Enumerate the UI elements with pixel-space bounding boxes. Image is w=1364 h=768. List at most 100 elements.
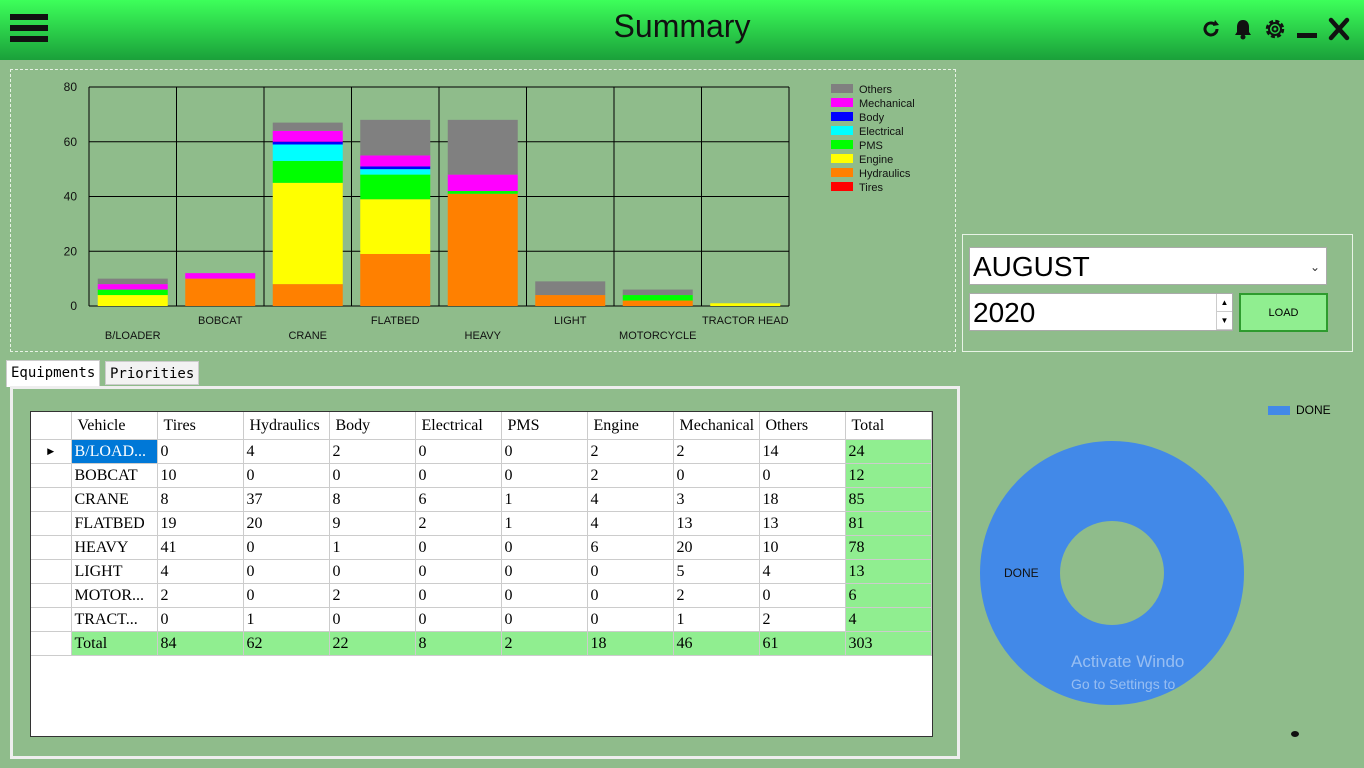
table-cell[interactable]: 1 bbox=[501, 487, 588, 512]
table-cell[interactable]: 2 bbox=[501, 631, 588, 656]
column-header-body[interactable]: Body bbox=[329, 412, 416, 440]
table-cell[interactable]: HEAVY bbox=[71, 535, 158, 560]
table-cell[interactable]: 18 bbox=[587, 631, 674, 656]
table-cell[interactable]: 0 bbox=[587, 583, 674, 608]
year-stepper[interactable]: 2020 ▲ ▼ bbox=[969, 293, 1233, 331]
table-cell[interactable]: 1 bbox=[673, 607, 760, 632]
column-header-mechanical[interactable]: Mechanical bbox=[673, 412, 760, 440]
table-cell[interactable]: MOTOR... bbox=[71, 583, 158, 608]
table-cell[interactable]: 13 bbox=[673, 511, 760, 536]
row-header[interactable]: ▶ bbox=[31, 439, 72, 464]
column-header-vehicle[interactable]: Vehicle bbox=[71, 412, 158, 440]
table-row[interactable]: ▶ B/LOAD... 0 4 2 0 0 2 2 14 24 bbox=[31, 439, 932, 464]
table-cell[interactable]: 0 bbox=[415, 583, 502, 608]
table-cell[interactable]: 0 bbox=[587, 607, 674, 632]
table-cell[interactable]: 0 bbox=[415, 439, 502, 464]
table-cell[interactable]: B/LOAD... bbox=[71, 439, 158, 464]
table-cell[interactable]: 3 bbox=[673, 487, 760, 512]
row-header[interactable] bbox=[31, 583, 72, 608]
table-cell[interactable]: 6 bbox=[415, 487, 502, 512]
table-cell[interactable]: CRANE bbox=[71, 487, 158, 512]
close-icon[interactable] bbox=[1326, 14, 1352, 44]
spin-down-icon[interactable]: ▼ bbox=[1217, 312, 1232, 330]
table-cell[interactable]: 4 bbox=[587, 511, 674, 536]
row-header[interactable] bbox=[31, 487, 72, 512]
table-cell[interactable]: 2 bbox=[673, 439, 760, 464]
table-row[interactable]: HEAVY 41 0 1 0 0 6 20 10 78 bbox=[31, 535, 932, 560]
spin-up-icon[interactable]: ▲ bbox=[1217, 294, 1232, 312]
table-cell[interactable]: 0 bbox=[415, 535, 502, 560]
table-cell[interactable]: 0 bbox=[501, 535, 588, 560]
table-cell[interactable]: 0 bbox=[587, 559, 674, 584]
row-header[interactable] bbox=[31, 511, 72, 536]
table-cell[interactable]: 9 bbox=[329, 511, 416, 536]
table-cell[interactable]: 2 bbox=[587, 439, 674, 464]
table-cell[interactable]: 4 bbox=[845, 607, 932, 632]
table-cell[interactable]: 37 bbox=[243, 487, 330, 512]
table-row[interactable]: TRACT... 0 1 0 0 0 0 1 2 4 bbox=[31, 607, 932, 632]
table-cell[interactable]: 4 bbox=[587, 487, 674, 512]
table-cell[interactable]: 0 bbox=[415, 559, 502, 584]
column-header-tires[interactable]: Tires bbox=[157, 412, 244, 440]
table-cell[interactable]: 4 bbox=[759, 559, 846, 584]
table-cell[interactable]: 10 bbox=[157, 463, 244, 488]
table-cell[interactable]: 1 bbox=[329, 535, 416, 560]
table-cell[interactable]: 81 bbox=[845, 511, 932, 536]
tab-priorities[interactable]: Priorities bbox=[105, 361, 200, 385]
column-header-others[interactable]: Others bbox=[759, 412, 846, 440]
table-cell[interactable]: 19 bbox=[157, 511, 244, 536]
table-cell[interactable]: 4 bbox=[157, 559, 244, 584]
table-cell[interactable]: 18 bbox=[759, 487, 846, 512]
table-cell[interactable]: 46 bbox=[673, 631, 760, 656]
table-cell[interactable]: 85 bbox=[845, 487, 932, 512]
table-row[interactable]: CRANE 8 37 8 6 1 4 3 18 85 bbox=[31, 487, 932, 512]
table-cell[interactable]: 0 bbox=[243, 463, 330, 488]
table-cell[interactable]: 0 bbox=[243, 583, 330, 608]
table-row[interactable]: BOBCAT 10 0 0 0 0 2 0 0 12 bbox=[31, 463, 932, 488]
table-cell[interactable]: 8 bbox=[157, 487, 244, 512]
row-header[interactable] bbox=[31, 631, 72, 656]
table-cell[interactable]: 1 bbox=[501, 511, 588, 536]
table-cell[interactable]: 61 bbox=[759, 631, 846, 656]
column-header-engine[interactable]: Engine bbox=[587, 412, 674, 440]
table-cell[interactable]: 22 bbox=[329, 631, 416, 656]
table-cell[interactable]: 13 bbox=[845, 559, 932, 584]
table-cell[interactable]: 2 bbox=[415, 511, 502, 536]
table-cell[interactable]: 0 bbox=[415, 463, 502, 488]
table-cell[interactable]: 6 bbox=[587, 535, 674, 560]
table-cell[interactable]: 10 bbox=[759, 535, 846, 560]
table-cell[interactable]: TRACT... bbox=[71, 607, 158, 632]
table-cell[interactable]: 0 bbox=[759, 583, 846, 608]
row-header[interactable] bbox=[31, 463, 72, 488]
month-select[interactable]: AUGUST ⌄ bbox=[969, 247, 1327, 285]
table-cell[interactable]: 2 bbox=[587, 463, 674, 488]
tab-equipments[interactable]: Equipments bbox=[6, 360, 101, 387]
row-header[interactable] bbox=[31, 559, 72, 584]
table-cell[interactable]: 0 bbox=[501, 463, 588, 488]
row-header[interactable] bbox=[31, 607, 72, 632]
refresh-icon[interactable] bbox=[1198, 14, 1224, 44]
table-cell[interactable]: 2 bbox=[759, 607, 846, 632]
table-cell[interactable]: 78 bbox=[845, 535, 932, 560]
table-cell[interactable]: 0 bbox=[243, 535, 330, 560]
table-cell[interactable]: LIGHT bbox=[71, 559, 158, 584]
table-cell[interactable]: 303 bbox=[845, 631, 932, 656]
table-cell[interactable]: 8 bbox=[329, 487, 416, 512]
table-cell[interactable]: 0 bbox=[759, 463, 846, 488]
table-cell[interactable]: 0 bbox=[501, 583, 588, 608]
table-cell[interactable]: 14 bbox=[759, 439, 846, 464]
table-cell[interactable]: 24 bbox=[845, 439, 932, 464]
table-cell[interactable]: 1 bbox=[243, 607, 330, 632]
column-header-electrical[interactable]: Electrical bbox=[415, 412, 502, 440]
table-cell[interactable]: 6 bbox=[845, 583, 932, 608]
table-cell[interactable]: Total bbox=[71, 631, 158, 656]
table-cell[interactable]: 0 bbox=[329, 559, 416, 584]
minimize-icon[interactable] bbox=[1294, 14, 1320, 44]
table-cell[interactable]: 2 bbox=[329, 439, 416, 464]
table-cell[interactable]: 20 bbox=[673, 535, 760, 560]
donut-slice-done[interactable] bbox=[980, 441, 1244, 705]
table-cell[interactable]: 0 bbox=[673, 463, 760, 488]
chevron-down-icon[interactable]: ⌄ bbox=[1310, 248, 1320, 286]
table-row[interactable]: MOTOR... 2 0 2 0 0 0 2 0 6 bbox=[31, 583, 932, 608]
table-row[interactable]: LIGHT 4 0 0 0 0 0 5 4 13 bbox=[31, 559, 932, 584]
